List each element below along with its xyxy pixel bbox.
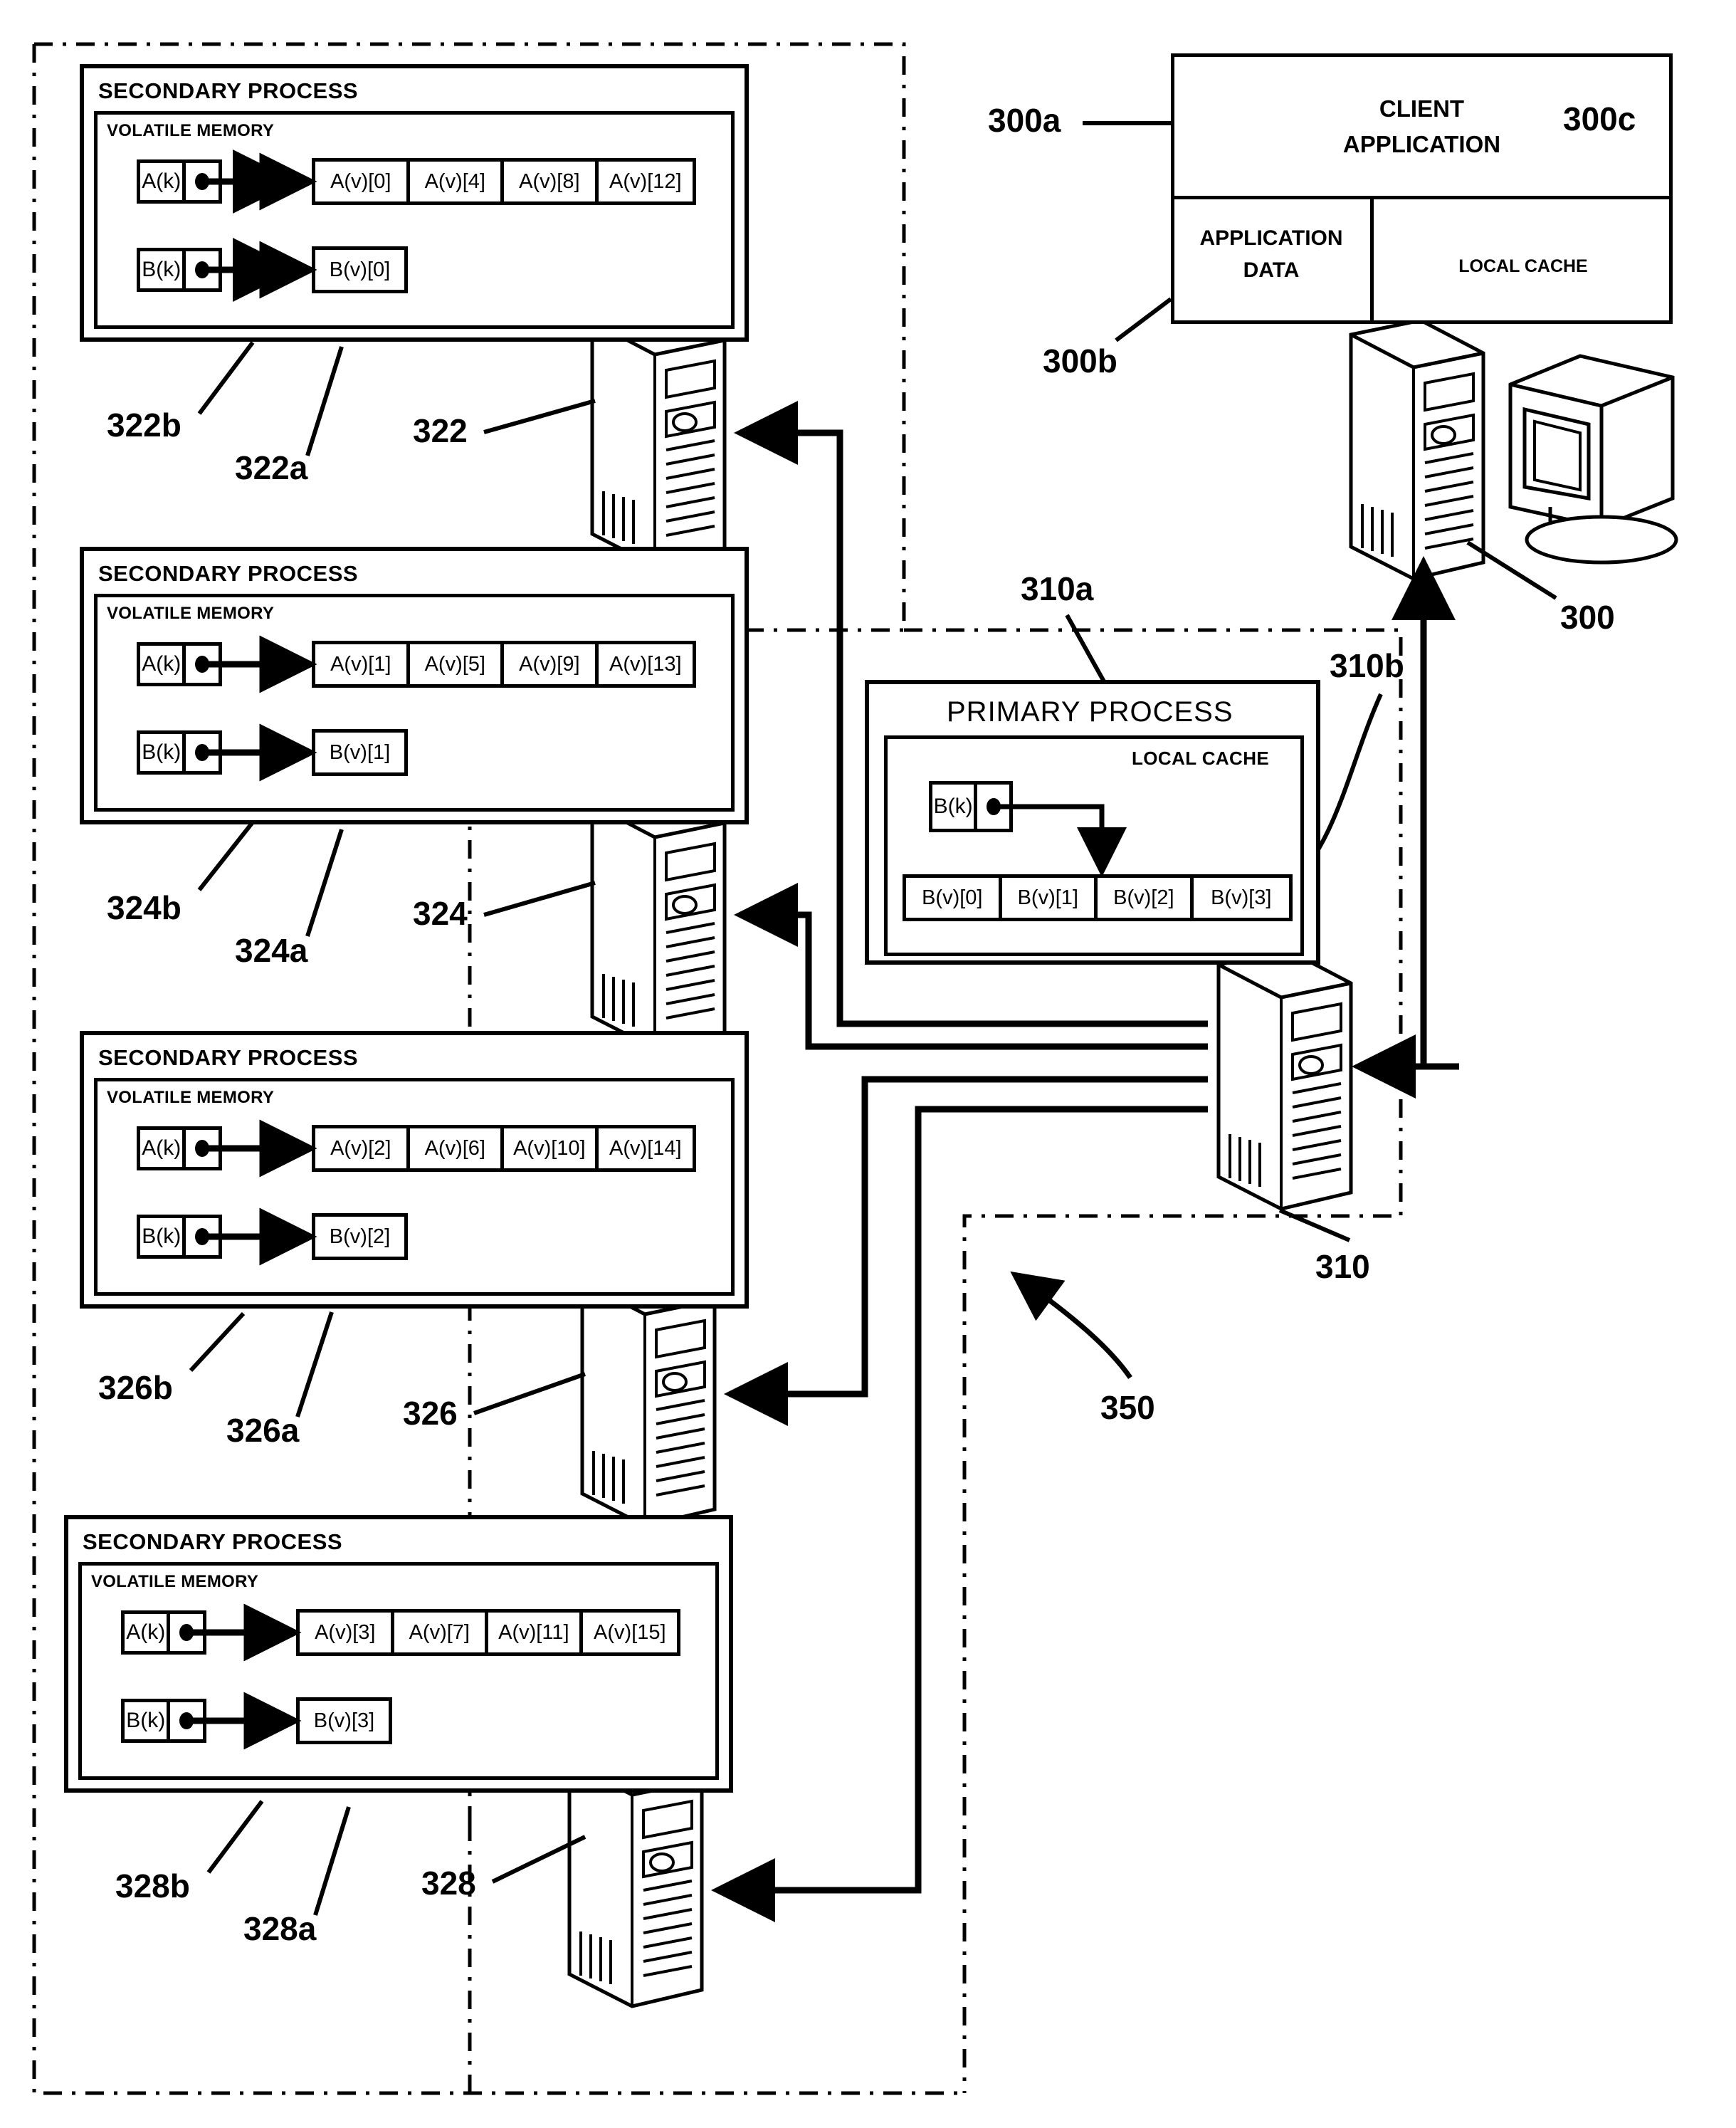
ref-310b: 310b <box>1330 647 1404 684</box>
primary-pointer-arrow-layer <box>996 804 1127 877</box>
ref-350: 350 <box>1100 1389 1155 1426</box>
ref-310: 310 <box>1315 1248 1370 1285</box>
ref-310a: 310a <box>1021 570 1094 607</box>
patent-figure: SECONDARY PROCESS VOLATILE MEMORY A(k) A… <box>0 0 1736 2128</box>
primary-key-pointer <box>996 804 1127 877</box>
